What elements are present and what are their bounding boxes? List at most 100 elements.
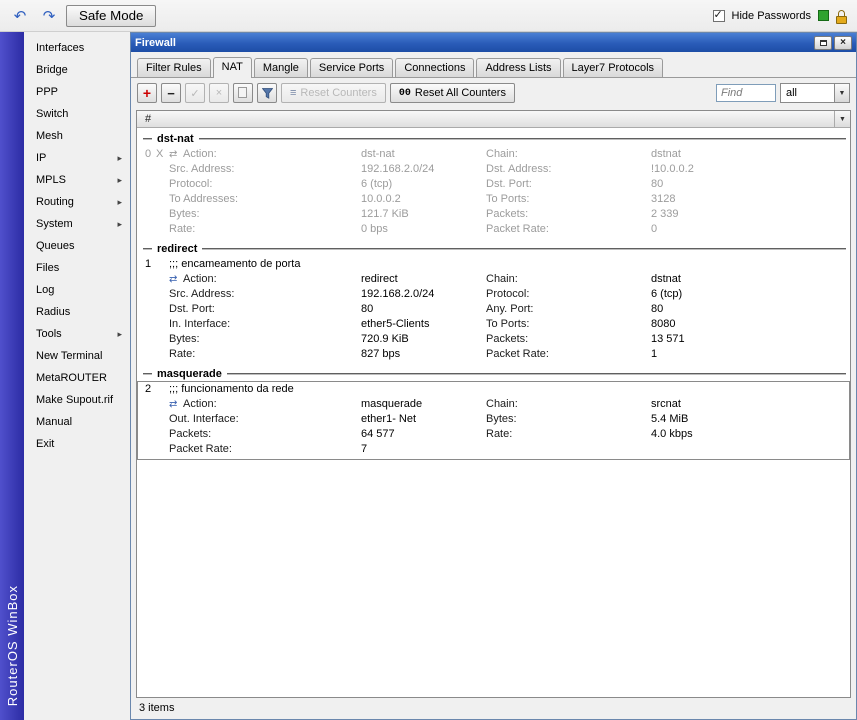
field-value: 5.4 MiB <box>651 413 689 425</box>
chevron-down-icon: ▼ <box>838 89 846 97</box>
window-titlebar[interactable]: Firewall × <box>131 33 856 52</box>
undo-button[interactable]: ↶ <box>8 5 32 27</box>
sidebar-item-label: IP <box>36 152 47 164</box>
dropdown-button[interactable]: ▼ <box>834 84 849 102</box>
column-select-button[interactable]: ▼ <box>834 111 850 127</box>
field-value: masquerade <box>361 398 423 410</box>
field-value: dstnat <box>651 148 681 160</box>
rule-detail-line: ⇄ Action: masquerade Chain: srcnat <box>169 397 846 412</box>
sidebar-item-label: Queues <box>36 240 75 252</box>
rule-detail-line: Out. Interface: ether1- Net Bytes: 5.4 MiB <box>169 412 846 427</box>
add-rule-button[interactable]: + <box>137 83 157 103</box>
chain-filter-dropdown[interactable]: all ▼ <box>780 83 850 103</box>
sidebar-item-bridge[interactable]: Bridge <box>24 59 130 81</box>
field-label: ⇄ Action: <box>169 148 217 160</box>
reset-all-counters-button[interactable]: 00 Reset All Counters <box>389 83 515 103</box>
main-toolbar: ↶ ↷ Safe Mode ✓ Hide Passwords <box>0 0 857 32</box>
tab-mangle[interactable]: Mangle <box>253 58 308 77</box>
sidebar-item-ip[interactable]: IP ▸ <box>24 147 130 169</box>
sidebar-item-new-terminal[interactable]: New Terminal <box>24 345 130 367</box>
sidebar-item-mesh[interactable]: Mesh <box>24 125 130 147</box>
separator-line <box>198 138 846 140</box>
window-title: Firewall <box>135 36 176 49</box>
group-label: dst-nat <box>157 133 194 145</box>
field-value: 1 <box>651 348 658 360</box>
reset-counters-button[interactable]: ≡ Reset Counters <box>281 83 386 103</box>
maximize-button[interactable] <box>814 35 832 50</box>
rule-detail-line: ⇄ Action: redirect Chain: dstnat <box>169 272 846 287</box>
rule-detail-line: In. Interface: ether5-Clients To Ports: 808… <box>169 317 846 332</box>
checkmark-icon: ✓ <box>713 8 723 21</box>
field-label: Packet Rate: <box>486 223 549 235</box>
submenu-arrow-icon: ▸ <box>117 152 122 163</box>
tab-filter-rules[interactable]: Filter Rules <box>137 58 211 77</box>
sidebar-item-switch[interactable]: Switch <box>24 103 130 125</box>
session-status-area: ✓ Hide Passwords <box>712 7 849 24</box>
tab-connections[interactable]: Connections <box>395 58 475 77</box>
field-label: To Addresses: <box>169 193 239 205</box>
safe-mode-button[interactable]: Safe Mode <box>66 4 157 27</box>
field-label: Src. Address: <box>169 163 235 175</box>
separator-line <box>202 248 846 250</box>
group-label: masquerade <box>157 368 222 380</box>
nat-rule-list-frame: # ▼ dst-nat 0 X ⇄ Action: dst-nat Chain: dstnat… <box>136 110 851 698</box>
nat-rule-row[interactable]: 0 X ⇄ Action: dst-nat Chain: dstnat Src. Addres… <box>137 146 850 240</box>
field-label: Rate: <box>169 223 196 235</box>
field-label: To Ports: <box>486 318 530 330</box>
rule-number: 2 <box>145 383 152 395</box>
nat-rule-row[interactable]: 1 ;;; encameamento de porta ⇄ Action: redire… <box>137 256 850 365</box>
field-label: Any. Port: <box>486 303 534 315</box>
column-header-number[interactable]: # <box>137 113 834 125</box>
sidebar-item-routing[interactable]: Routing ▸ <box>24 191 130 213</box>
close-button[interactable]: × <box>834 35 852 50</box>
field-label: In. Interface: <box>169 318 231 330</box>
tab-service-ports[interactable]: Service Ports <box>309 58 394 77</box>
comment-icon <box>237 86 247 98</box>
filter-button[interactable] <box>257 83 277 103</box>
sidebar-item-label: Interfaces <box>36 42 85 54</box>
field-label: Protocol: <box>169 178 213 190</box>
sidebar-item-interfaces[interactable]: Interfaces <box>24 37 130 59</box>
sidebar-item-ppp[interactable]: PPP <box>24 81 130 103</box>
sidebar-item-mpls[interactable]: MPLS ▸ <box>24 169 130 191</box>
status-bar: 3 items <box>131 699 856 719</box>
group-separator-redirect: redirect <box>137 242 850 256</box>
remove-rule-button[interactable]: − <box>161 83 181 103</box>
sidebar-item-manual[interactable]: Manual <box>24 411 130 433</box>
field-value: 2 339 <box>651 208 679 220</box>
sidebar-item-log[interactable]: Log <box>24 279 130 301</box>
tab-layer7-protocols[interactable]: Layer7 Protocols <box>562 58 664 77</box>
field-label: Packets: <box>169 428 212 440</box>
item-count: 3 items <box>139 702 175 714</box>
tab-bar: Filter Rules NAT Mangle Service Ports Connec… <box>131 52 856 78</box>
tab-nat[interactable]: NAT <box>212 57 252 78</box>
nat-rule-row[interactable]: 2 ;;; funcionamento da rede ⇄ Action: masque… <box>137 381 850 460</box>
hide-passwords-checkbox[interactable]: ✓ <box>712 8 725 22</box>
rule-detail-line: Dst. Port: 80 Any. Port: 80 <box>169 302 846 317</box>
disable-rule-button[interactable]: × <box>209 83 229 103</box>
field-label: Packet Rate: <box>486 348 549 360</box>
comment-button[interactable] <box>233 83 253 103</box>
rule-detail-line: Packets: 64 577 Rate: 4.0 kbps <box>169 427 846 442</box>
field-value: 13 571 <box>651 333 685 345</box>
sidebar-item-system[interactable]: System ▸ <box>24 213 130 235</box>
tab-address-lists[interactable]: Address Lists <box>476 58 561 77</box>
sidebar-item-exit[interactable]: Exit <box>24 433 130 455</box>
rule-number: 1 <box>145 258 152 270</box>
sidebar-item-tools[interactable]: Tools ▸ <box>24 323 130 345</box>
field-value: 121.7 KiB <box>361 208 409 220</box>
sidebar-item-radius[interactable]: Radius <box>24 301 130 323</box>
enable-rule-button[interactable]: ✓ <box>185 83 205 103</box>
sidebar-item-files[interactable]: Files <box>24 257 130 279</box>
firewall-window: Firewall × Filter Rules NAT Mangle Service … <box>130 32 857 720</box>
sidebar-item-make-supout-rif[interactable]: Make Supout.rif <box>24 389 130 411</box>
field-value: 10.0.0.2 <box>361 193 401 205</box>
sidebar-item-queues[interactable]: Queues <box>24 235 130 257</box>
field-label: Dst. Port: <box>486 178 532 190</box>
redo-button[interactable]: ↷ <box>37 5 61 27</box>
field-value: dstnat <box>651 273 681 285</box>
column-header-row[interactable]: # ▼ <box>137 111 850 128</box>
sidebar-item-label: Manual <box>36 416 73 428</box>
find-input[interactable] <box>716 84 776 102</box>
sidebar-item-metarouter[interactable]: MetaROUTER <box>24 367 130 389</box>
